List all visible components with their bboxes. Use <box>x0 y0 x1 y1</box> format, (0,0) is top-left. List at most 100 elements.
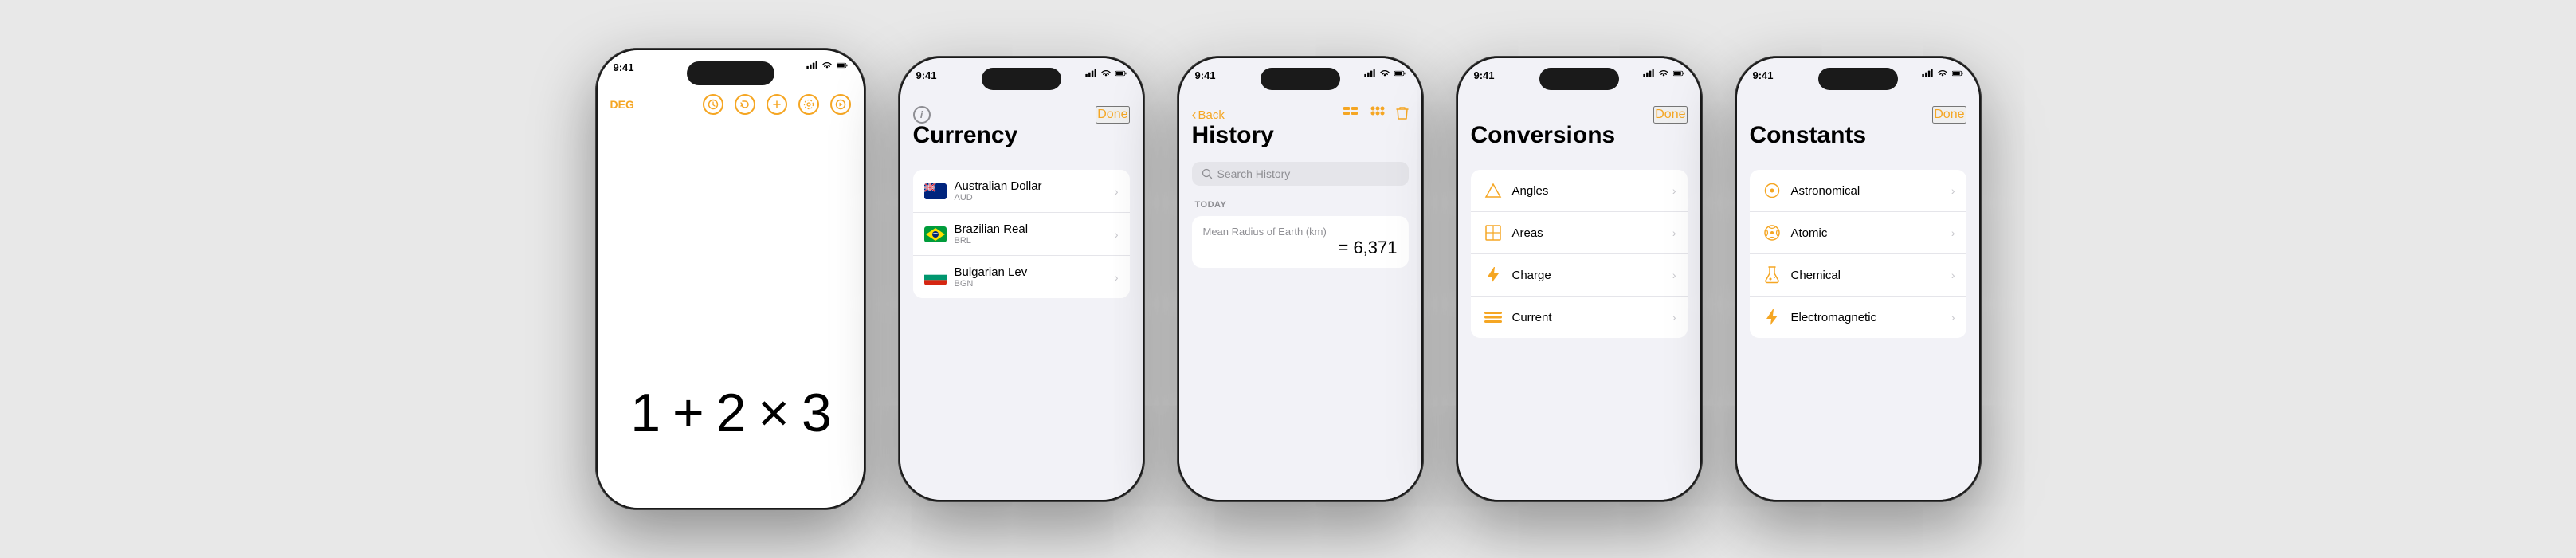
history-card: Mean Radius of Earth (km) = 6,371 <box>1192 216 1409 268</box>
phone-history: 9:41 <box>1177 56 1424 502</box>
history-title-area: History <box>1179 122 1421 149</box>
status-icons-4 <box>1643 69 1684 77</box>
back-button[interactable]: ‹ Back <box>1192 107 1225 124</box>
electromagnetic-icon <box>1761 306 1783 328</box>
calc-expression: 1 + 2 × 3 <box>598 382 864 444</box>
battery-icon-3 <box>1394 69 1406 77</box>
const-item-astronomical[interactable]: Astronomical › <box>1750 170 1966 212</box>
list-item[interactable]: Australian Dollar AUD › <box>913 170 1130 213</box>
const-label-electromagnetic: Electromagnetic <box>1791 311 1951 324</box>
chevron-icon: › <box>1951 311 1955 324</box>
history-search[interactable]: Search History <box>1179 162 1421 186</box>
list-item[interactable]: Bulgarian Lev BGN › <box>913 256 1130 298</box>
conversions-done-button[interactable]: Done <box>1653 106 1687 124</box>
currency-name-2: Brazilian Real BRL <box>955 222 1115 246</box>
currency-list-card: Australian Dollar AUD › <box>913 170 1130 298</box>
history-entry-value: = 6,371 <box>1203 238 1398 258</box>
grid-icon-areas <box>1484 224 1502 242</box>
const-label-atomic: Atomic <box>1791 226 1951 240</box>
phones-container: 9:41 <box>0 0 2576 558</box>
back-chevron-icon: ‹ <box>1192 107 1197 124</box>
constants-list: Astronomical › <box>1737 170 1979 500</box>
constants-done-button[interactable]: Done <box>1932 106 1966 124</box>
info-icon[interactable]: i <box>913 106 931 124</box>
calc-tools <box>703 94 851 115</box>
conversion-label-areas: Areas <box>1512 226 1672 240</box>
bars-icon <box>1484 312 1502 323</box>
conversions-title-area: Conversions <box>1458 122 1700 149</box>
calc-screen: 9:41 <box>598 50 864 508</box>
const-item-atomic[interactable]: Atomic › <box>1750 212 1966 254</box>
flag-au <box>924 183 947 199</box>
chevron-icon: › <box>1672 226 1676 239</box>
back-label: Back <box>1198 108 1225 122</box>
conversion-item-current[interactable]: Current › <box>1471 297 1688 338</box>
au-flag-svg <box>924 183 947 199</box>
chevron-icon: › <box>1951 226 1955 239</box>
battery-icon-2 <box>1115 69 1127 77</box>
status-icons-5 <box>1922 69 1963 77</box>
conversion-item-areas[interactable]: Areas › <box>1471 212 1688 254</box>
const-item-electromagnetic[interactable]: Electromagnetic › <box>1750 297 1966 338</box>
const-label-astronomical: Astronomical <box>1791 184 1951 198</box>
play-icon[interactable] <box>830 94 851 115</box>
settings-icon[interactable] <box>798 94 819 115</box>
angles-icon <box>1482 179 1504 202</box>
chevron-icon: › <box>1672 311 1676 324</box>
currency-done-button[interactable]: Done <box>1096 106 1129 124</box>
currency-title-area: Currency <box>900 122 1143 149</box>
history-section: TODAY Mean Radius of Earth (km) = 6,371 <box>1179 200 1421 268</box>
history-icon[interactable] <box>703 94 723 115</box>
list-view-icon <box>1343 106 1359 120</box>
trash-icon-svg <box>1396 106 1409 120</box>
deg-label[interactable]: DEG <box>610 98 634 111</box>
currency-title: Currency <box>913 122 1130 149</box>
battery-icon-5 <box>1952 69 1963 77</box>
conversion-item-angles[interactable]: Angles › <box>1471 170 1688 212</box>
status-icons-3 <box>1364 69 1406 77</box>
undo-icon[interactable] <box>735 94 755 115</box>
history-title: History <box>1192 122 1409 149</box>
triangle-icon <box>1484 182 1502 199</box>
search-icon <box>1202 168 1213 179</box>
history-entry-label: Mean Radius of Earth (km) <box>1203 226 1398 238</box>
signal-icon-4 <box>1643 69 1654 77</box>
phone-currency: 9:41 <box>898 56 1145 502</box>
chevron-icon: › <box>1951 184 1955 197</box>
dynamic-island-5 <box>1818 68 1898 90</box>
bg-flag-svg <box>924 269 947 285</box>
status-time-5: 9:41 <box>1753 69 1774 81</box>
const-item-chemical[interactable]: Chemical › <box>1750 254 1966 297</box>
constants-screen: 9:41 <box>1737 58 1979 500</box>
constants-title: Constants <box>1750 122 1966 149</box>
signal-icon-2 <box>1085 69 1096 77</box>
atomic-icon <box>1761 222 1783 244</box>
wifi-icon <box>821 61 833 69</box>
history-screen: 9:41 <box>1179 58 1421 500</box>
currency-screen: 9:41 <box>900 58 1143 500</box>
add-icon[interactable] <box>767 94 787 115</box>
phone-conversions: 9:41 <box>1456 56 1703 502</box>
conversions-list-card: Angles › Are <box>1471 170 1688 338</box>
wifi-icon-3 <box>1379 69 1390 77</box>
flag-bg <box>924 269 947 285</box>
currency-list: Australian Dollar AUD › <box>900 170 1143 500</box>
status-time: 9:41 <box>614 61 634 73</box>
br-flag-svg <box>924 226 947 242</box>
phone-calculator: 9:41 <box>595 48 866 510</box>
conversions-title: Conversions <box>1471 122 1688 149</box>
currency-name-3: Bulgarian Lev BGN <box>955 265 1115 289</box>
dynamic-island <box>687 61 774 85</box>
list-item[interactable]: Brazilian Real BRL › <box>913 213 1130 256</box>
chevron-icon: › <box>1115 185 1119 198</box>
signal-icon-5 <box>1922 69 1933 77</box>
flag-br <box>924 226 947 242</box>
chemical-icon <box>1761 264 1783 286</box>
grid-view-icon <box>1370 106 1385 120</box>
status-time-4: 9:41 <box>1474 69 1495 81</box>
dynamic-island-2 <box>982 68 1061 90</box>
chevron-icon: › <box>1951 269 1955 281</box>
astronomical-icon <box>1761 179 1783 202</box>
section-label: TODAY <box>1192 200 1409 210</box>
conversion-item-charge[interactable]: Charge › <box>1471 254 1688 297</box>
